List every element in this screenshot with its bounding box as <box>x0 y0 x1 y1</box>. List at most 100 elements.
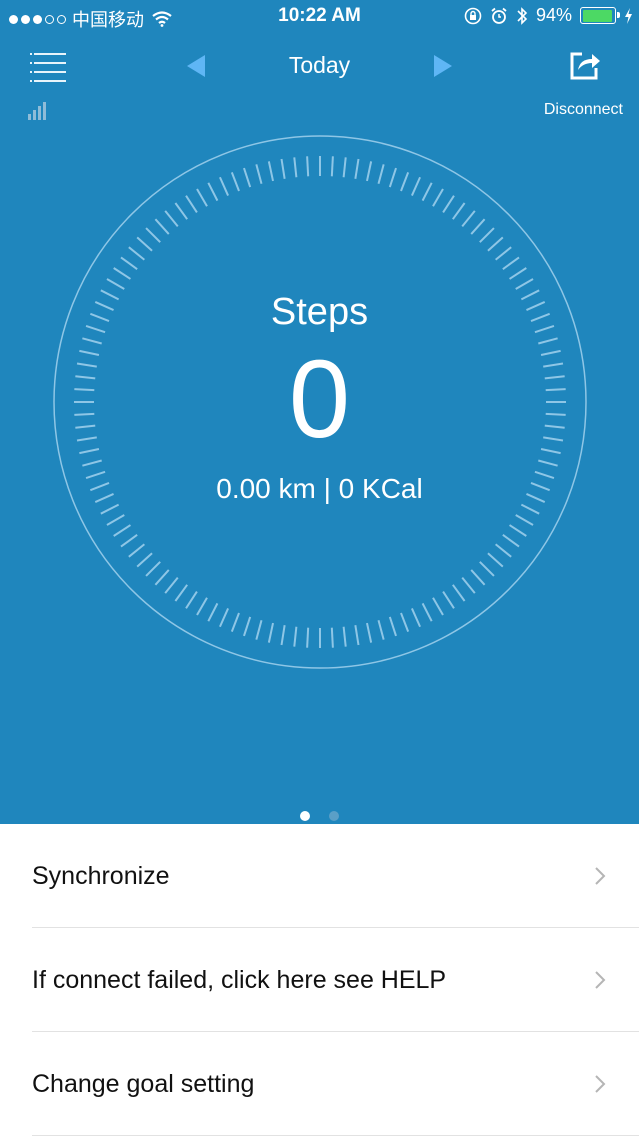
list-item-synchronize[interactable]: Synchronize <box>32 824 639 928</box>
distance-calories: 0.00 km | 0 KCal <box>216 473 423 504</box>
orientation-lock-icon <box>464 7 482 24</box>
gauge-tick <box>267 161 274 182</box>
list-item-goal-setting[interactable]: Change goal setting <box>32 1032 639 1136</box>
gauge-tick <box>219 608 229 628</box>
gauge-tick <box>342 626 347 647</box>
gauge-tick <box>432 597 444 616</box>
dashboard-panel: 中国移动 10:22 AM 94% Today Disconnect Steps… <box>0 0 639 824</box>
gauge-tick <box>136 552 153 568</box>
gauge-tick <box>502 534 520 548</box>
list-item-label: If connect failed, click here see HELP <box>32 966 447 994</box>
gauge-tick <box>421 182 433 202</box>
gauge-tick <box>196 188 208 207</box>
gauge-tick <box>219 176 229 196</box>
gauge-tick <box>164 577 179 594</box>
gauge-tick <box>461 210 476 227</box>
gauge-tick <box>280 625 286 646</box>
gauge-tick <box>330 156 334 177</box>
list-item-label: Synchronize <box>32 862 170 890</box>
gauge-tick <box>508 524 527 537</box>
gauge-tick <box>354 158 360 179</box>
gauge-tick <box>243 167 252 188</box>
charging-bolt-icon <box>625 7 632 24</box>
nav-bar: Today <box>0 40 639 90</box>
battery-icon <box>580 7 620 24</box>
gauge-tick <box>174 202 188 220</box>
battery-percent: 94% <box>535 5 572 25</box>
gauge-tick <box>388 167 397 188</box>
chevron-right-icon <box>595 1075 606 1093</box>
gauge-tick <box>520 503 540 515</box>
gauge-tick <box>82 459 102 467</box>
gauge-tick <box>411 176 421 196</box>
bluetooth-icon <box>517 6 528 25</box>
next-day-icon[interactable] <box>434 55 452 77</box>
gauge-tick <box>207 182 219 202</box>
gauge-tick <box>185 195 198 214</box>
gauge-tick <box>136 236 153 252</box>
status-bar: 中国移动 10:22 AM 94% <box>0 0 639 34</box>
chevron-right-icon <box>595 867 606 885</box>
gauge-tick <box>487 552 504 568</box>
gauge-tick <box>120 256 138 270</box>
gauge-tick <box>495 543 512 558</box>
gauge-tick <box>515 514 534 526</box>
gauge-tick <box>495 246 512 261</box>
gauge-tick <box>128 543 145 558</box>
gauge-tick <box>400 612 410 633</box>
gauge-tick <box>377 620 385 640</box>
gauge-tick <box>164 210 179 227</box>
gauge-tick <box>538 459 558 467</box>
gauge-tick <box>293 626 298 647</box>
gauge-tick <box>113 267 132 280</box>
gauge-tick <box>538 337 558 345</box>
gauge-tick <box>154 218 170 235</box>
gauge-tick <box>154 569 170 586</box>
steps-count: 0 <box>288 338 351 461</box>
gauge-tick <box>243 616 252 637</box>
gauge-tick <box>207 602 219 622</box>
gauge-tick <box>515 278 534 290</box>
page-dot[interactable] <box>329 811 339 821</box>
gauge-tick <box>100 503 120 515</box>
page-indicator[interactable] <box>0 811 639 821</box>
gauge-tick <box>342 157 347 178</box>
gauge-tick <box>113 524 132 537</box>
gauge-tick <box>174 584 188 602</box>
gauge-tick <box>106 514 125 526</box>
gauge-tick <box>470 218 486 235</box>
gauge-tick <box>366 161 373 182</box>
battery-fill <box>582 9 612 22</box>
gauge-tick <box>502 256 520 270</box>
gauge-tick <box>230 612 240 633</box>
gauge-tick <box>230 171 240 192</box>
gauge-tick <box>293 157 298 178</box>
gauge-tick <box>461 577 476 594</box>
gauge-tick <box>145 227 161 243</box>
gauge-tick <box>479 561 495 577</box>
page-dot[interactable] <box>300 811 310 821</box>
gauge-tick <box>280 158 286 179</box>
menu-list: Synchronize If connect failed, click her… <box>0 824 639 1136</box>
gauge-tick <box>330 627 334 648</box>
nav-title: Today <box>288 52 351 78</box>
gauge-tick <box>388 616 397 637</box>
steps-label: Steps <box>270 291 369 333</box>
gauge-tick <box>411 608 421 628</box>
gauge-tick <box>185 590 198 609</box>
gauge-tick <box>421 602 433 622</box>
gauge-tick <box>508 267 527 280</box>
gauge-tick <box>400 171 410 192</box>
gauge-tick <box>366 622 373 643</box>
gauge-tick <box>452 202 466 220</box>
gauge-tick <box>442 590 455 609</box>
device-signal-icon <box>28 102 46 120</box>
gauge-tick <box>120 534 138 548</box>
gauge-tick <box>354 625 360 646</box>
share-icon[interactable] <box>568 48 602 82</box>
list-item-help[interactable]: If connect failed, click here see HELP <box>32 928 639 1032</box>
gauge-tick <box>432 188 444 207</box>
gauge-tick <box>267 622 274 643</box>
gauge-tick <box>196 597 208 616</box>
disconnect-button[interactable]: Disconnect <box>544 101 623 119</box>
